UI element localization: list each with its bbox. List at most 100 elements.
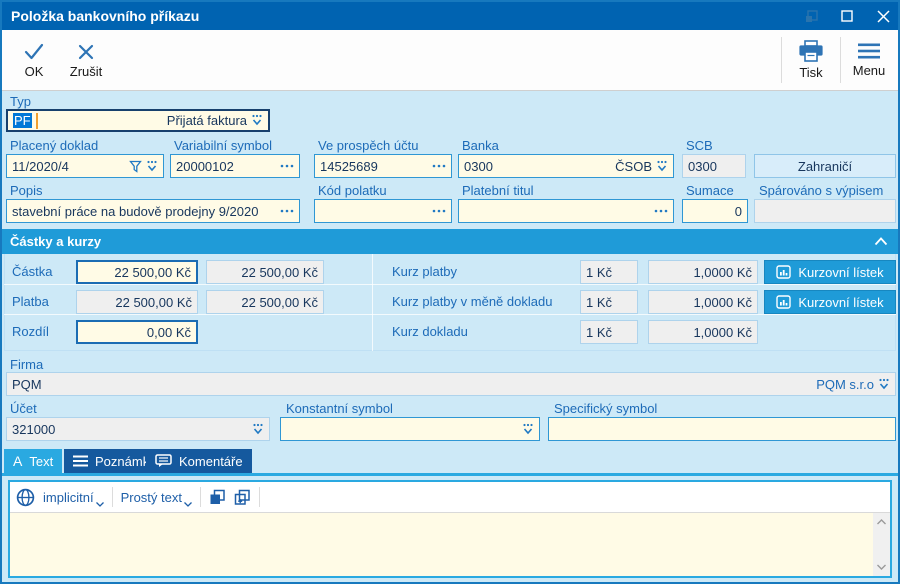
sumace-field[interactable]: 0 — [682, 199, 748, 223]
ellipsis-icon[interactable] — [432, 164, 446, 168]
form-area: Typ PF Přijatá faktura Placený doklad Va… — [2, 91, 898, 582]
placeny-doklad-field[interactable]: 11/2020/4 — [6, 154, 164, 178]
filter-icon[interactable] — [129, 160, 142, 173]
maximize-icon[interactable] — [836, 5, 858, 27]
konstantni-symbol-label: Konstantní symbol — [286, 401, 393, 416]
kurz-platby-label: Kurz platby — [392, 264, 457, 279]
toolbar-separator — [840, 37, 841, 83]
format-select[interactable]: Prostý text — [121, 490, 192, 505]
rozdil-field[interactable]: 0,00 Kč — [76, 320, 198, 344]
combo-dropdown-icon[interactable] — [251, 114, 263, 127]
kod-polatku-label: Kód polatku — [318, 183, 387, 198]
ve-prospech-uctu-label: Ve prospěch účtu — [318, 138, 418, 153]
konstantni-symbol-field[interactable] — [280, 417, 540, 441]
sumace-label: Sumace — [686, 183, 734, 198]
firma-label: Firma — [10, 357, 43, 372]
copy-plus-icon[interactable] — [234, 489, 251, 505]
cancel-button[interactable]: Zrušit — [62, 36, 110, 84]
typ-display: Přijatá faktura — [167, 113, 247, 128]
ellipsis-icon[interactable] — [280, 209, 294, 213]
combo-dropdown-icon[interactable] — [656, 160, 668, 173]
platba-readonly-field: 22 500,00 Kč — [206, 290, 324, 314]
scb-field: 0300 — [682, 154, 746, 178]
zahranici-button[interactable]: Zahraničí — [754, 154, 896, 178]
variabilni-symbol-field[interactable]: 20000102 — [170, 154, 300, 178]
ve-prospech-uctu-field[interactable]: 14525689 — [314, 154, 452, 178]
ellipsis-icon[interactable] — [654, 209, 668, 213]
chevron-up-icon[interactable] — [874, 237, 898, 246]
editor-toolbar: implicitní Prostý text — [10, 482, 890, 513]
hamburger-menu-icon — [857, 42, 881, 60]
text-content-area[interactable] — [10, 513, 873, 576]
platba-field: 22 500,00 Kč — [76, 290, 198, 314]
tab-text[interactable]: A Text — [4, 449, 62, 473]
cancel-label: Zrušit — [70, 64, 103, 79]
sparovano-label: Spárováno s výpisem — [759, 183, 883, 198]
menu-button[interactable]: Menu — [845, 36, 893, 84]
close-icon[interactable] — [872, 5, 894, 27]
typ-code: PF — [13, 113, 32, 128]
platba-label: Platba — [12, 294, 49, 309]
banka-field[interactable]: 0300 ČSOB — [458, 154, 674, 178]
combo-dropdown-icon[interactable] — [878, 378, 890, 391]
combo-dropdown-icon[interactable] — [522, 423, 534, 436]
copy-icon[interactable] — [209, 489, 226, 505]
amounts-section-title: Částky a kurzy — [2, 234, 874, 249]
tab-komentare-label: Komentáře — [179, 454, 243, 469]
kurz-dokladu-rate-field: 1,0000 Kč — [648, 320, 758, 344]
language-select[interactable]: implicitní — [43, 490, 104, 505]
specificky-symbol-field[interactable] — [548, 417, 896, 441]
specificky-symbol-label: Specifický symbol — [554, 401, 657, 416]
kurzovni-listek-button-2[interactable]: Kurzovní lístek — [764, 290, 896, 314]
scroll-up-icon[interactable] — [877, 515, 886, 529]
ellipsis-icon[interactable] — [280, 164, 294, 168]
platebni-titul-field[interactable] — [458, 199, 674, 223]
popis-field[interactable]: stavební práce na budově prodejny 9/2020 — [6, 199, 300, 223]
toolbar-separator — [781, 37, 782, 83]
chevron-down-icon — [184, 502, 192, 507]
comment-bubble-icon — [155, 454, 172, 468]
kurzovni-listek-button[interactable]: Kurzovní lístek — [764, 260, 896, 284]
ellipsis-icon[interactable] — [432, 209, 446, 213]
amounts-section-header[interactable]: Částky a kurzy — [2, 229, 898, 254]
kod-polatku-field[interactable] — [314, 199, 452, 223]
castka-field[interactable]: 22 500,00 Kč — [76, 260, 198, 284]
typ-field[interactable]: PF Přijatá faktura — [6, 109, 270, 132]
kurz-mene-rate-field: 1,0000 Kč — [648, 290, 758, 314]
popis-label: Popis — [10, 183, 43, 198]
rate-chart-icon — [776, 295, 791, 309]
combo-dropdown-icon[interactable] — [252, 423, 264, 436]
ok-button[interactable]: OK — [10, 36, 58, 84]
window-title: Položka bankovního příkazu — [2, 8, 199, 24]
firma-display: PQM s.r.o — [816, 377, 874, 392]
platebni-titul-label: Platební titul — [462, 183, 534, 198]
castka-readonly-field: 22 500,00 Kč — [206, 260, 324, 284]
dialog-window: Položka bankovního příkazu OK Zrušit — [0, 0, 900, 584]
scroll-down-icon[interactable] — [877, 560, 886, 574]
text-editor: implicitní Prostý text — [8, 480, 892, 578]
tab-komentare[interactable]: Komentáře — [146, 449, 252, 473]
kurz-dokladu-unit-field: 1 Kč — [580, 320, 638, 344]
text-caret — [36, 113, 38, 129]
globe-icon[interactable] — [16, 488, 35, 507]
restore-icon[interactable] — [800, 5, 822, 27]
variabilni-symbol-label: Variabilní symbol — [174, 138, 272, 153]
ok-label: OK — [25, 64, 44, 79]
print-label: Tisk — [799, 65, 822, 80]
sparovano-field — [754, 199, 896, 223]
rozdil-label: Rozdíl — [12, 324, 49, 339]
firma-field[interactable]: PQM PQM s.r.o — [6, 372, 896, 396]
check-icon — [23, 42, 45, 61]
banka-display: ČSOB — [615, 159, 652, 174]
tab-text-label: Text — [29, 454, 53, 469]
x-icon — [77, 42, 95, 61]
print-button[interactable]: Tisk — [788, 36, 834, 84]
scb-label: SCB — [686, 138, 713, 153]
typ-label: Typ — [10, 94, 31, 109]
notes-lines-icon — [73, 455, 88, 467]
combo-dropdown-icon[interactable] — [146, 160, 158, 173]
vertical-scrollbar[interactable] — [873, 513, 890, 576]
kurz-mene-label: Kurz platby v měně dokladu — [392, 294, 552, 309]
printer-icon — [798, 40, 824, 62]
ucet-field[interactable]: 321000 — [6, 417, 270, 441]
